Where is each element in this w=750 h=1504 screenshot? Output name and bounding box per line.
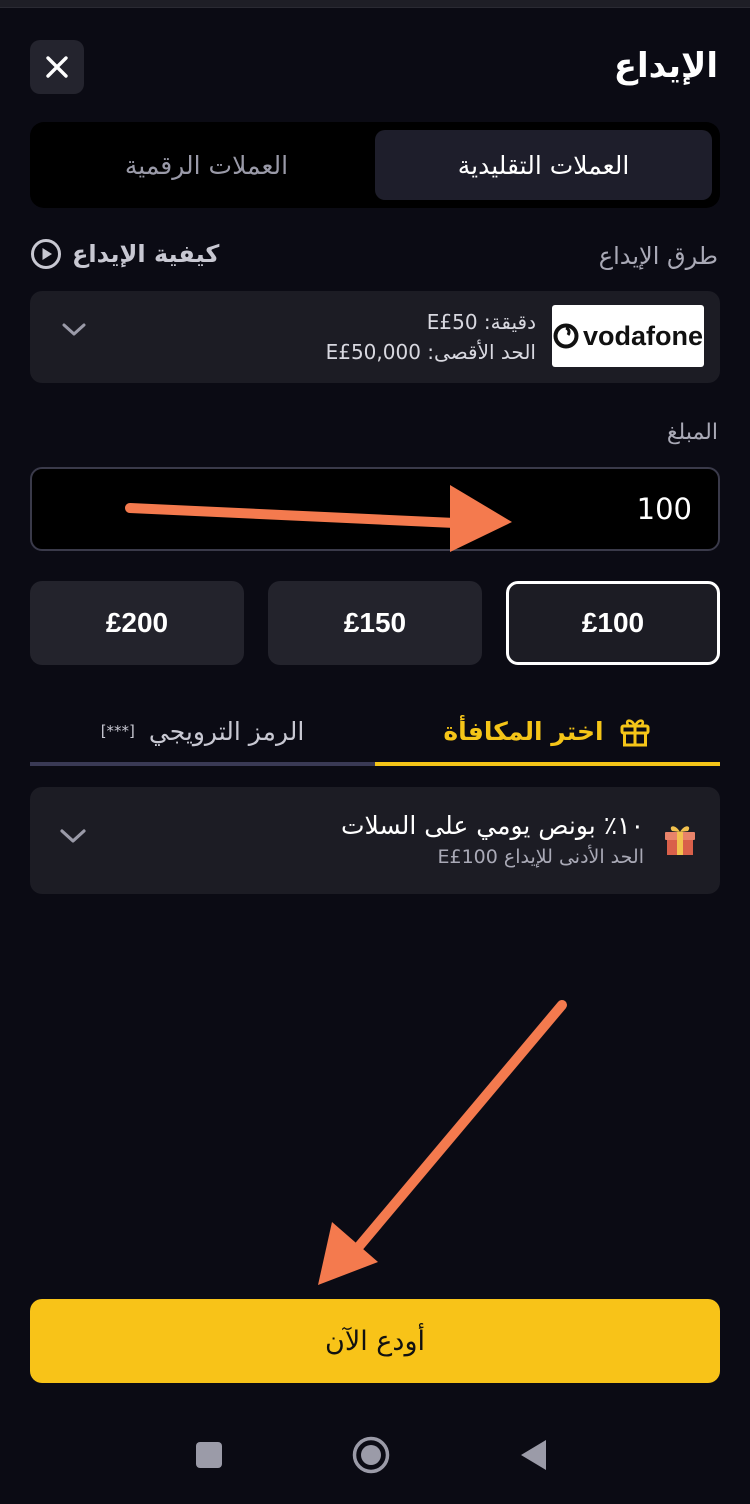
how-to-deposit-link[interactable]: كيفية الإيداع bbox=[30, 238, 219, 270]
method-max: الحد الأقصى: E£50,000 bbox=[325, 340, 536, 364]
gift-icon bbox=[620, 719, 650, 747]
quick-amount-200[interactable]: £200 bbox=[30, 581, 244, 665]
page-title: الإيداع bbox=[613, 46, 718, 86]
chevron-down-icon bbox=[60, 829, 86, 843]
close-button[interactable] bbox=[30, 40, 84, 94]
methods-label: طرق الإيداع bbox=[598, 242, 718, 270]
amount-input[interactable] bbox=[32, 469, 718, 549]
payment-method-select[interactable]: vodafone دقيقة: E£50 الحد الأقصى: E£50,0… bbox=[30, 291, 720, 383]
tab-promo-code-label: الرمز الترويجي bbox=[148, 716, 305, 746]
promo-stars: [***] bbox=[100, 722, 135, 740]
bonus-title: ١٠٪ بونص يومي على السلات bbox=[341, 811, 644, 840]
recent-apps-icon[interactable] bbox=[194, 1440, 224, 1470]
methods-row: طرق الإيداع كيفية الإيداع bbox=[30, 236, 720, 280]
header: الإيداع bbox=[30, 38, 720, 94]
method-min: دقيقة: E£50 bbox=[426, 310, 536, 334]
vodafone-logo: vodafone bbox=[552, 305, 704, 367]
vodafone-mark-icon bbox=[553, 323, 579, 349]
play-circle-icon bbox=[31, 239, 61, 269]
tab-choose-bonus[interactable]: اختر المكافأة bbox=[375, 700, 720, 766]
method-limits: دقيقة: E£50 الحد الأقصى: E£50,000 bbox=[326, 307, 536, 367]
bonus-subtitle: الحد الأدنى للإيداع E£100 bbox=[437, 846, 645, 868]
currency-tabs: العملات التقليدية العملات الرقمية bbox=[30, 122, 720, 208]
status-bar-edge bbox=[0, 0, 750, 8]
chevron-down-icon bbox=[62, 323, 86, 336]
tab-fiat-currencies[interactable]: العملات التقليدية bbox=[375, 130, 712, 200]
vodafone-wordmark: vodafone bbox=[582, 320, 703, 351]
amount-field-wrapper bbox=[30, 467, 720, 551]
deposit-now-button[interactable]: أودع الآن bbox=[30, 1299, 720, 1383]
how-to-deposit-label: كيفية الإيداع bbox=[72, 240, 220, 268]
tab-choose-bonus-label: اختر المكافأة bbox=[443, 716, 604, 746]
system-nav-bar bbox=[0, 1420, 750, 1490]
arrow-to-deposit-icon bbox=[318, 1000, 567, 1285]
quick-amount-150[interactable]: £150 bbox=[268, 581, 482, 665]
amount-label: المبلغ bbox=[666, 420, 718, 445]
bonus-tabs: اختر المكافأة الرمز الترويجي [***] bbox=[30, 700, 720, 766]
close-icon bbox=[46, 56, 68, 78]
back-icon[interactable] bbox=[518, 1438, 550, 1472]
bonus-text: ١٠٪ بونص يومي على السلات الحد الأدنى للإ… bbox=[341, 811, 644, 868]
tab-promo-code[interactable]: الرمز الترويجي [***] bbox=[30, 700, 375, 766]
home-icon[interactable] bbox=[351, 1435, 391, 1475]
tab-crypto-currencies[interactable]: العملات الرقمية bbox=[38, 130, 375, 200]
quick-amount-100[interactable]: £100 bbox=[506, 581, 720, 665]
gift-box-icon bbox=[665, 826, 695, 855]
bonus-select[interactable]: ١٠٪ بونص يومي على السلات الحد الأدنى للإ… bbox=[30, 787, 720, 894]
